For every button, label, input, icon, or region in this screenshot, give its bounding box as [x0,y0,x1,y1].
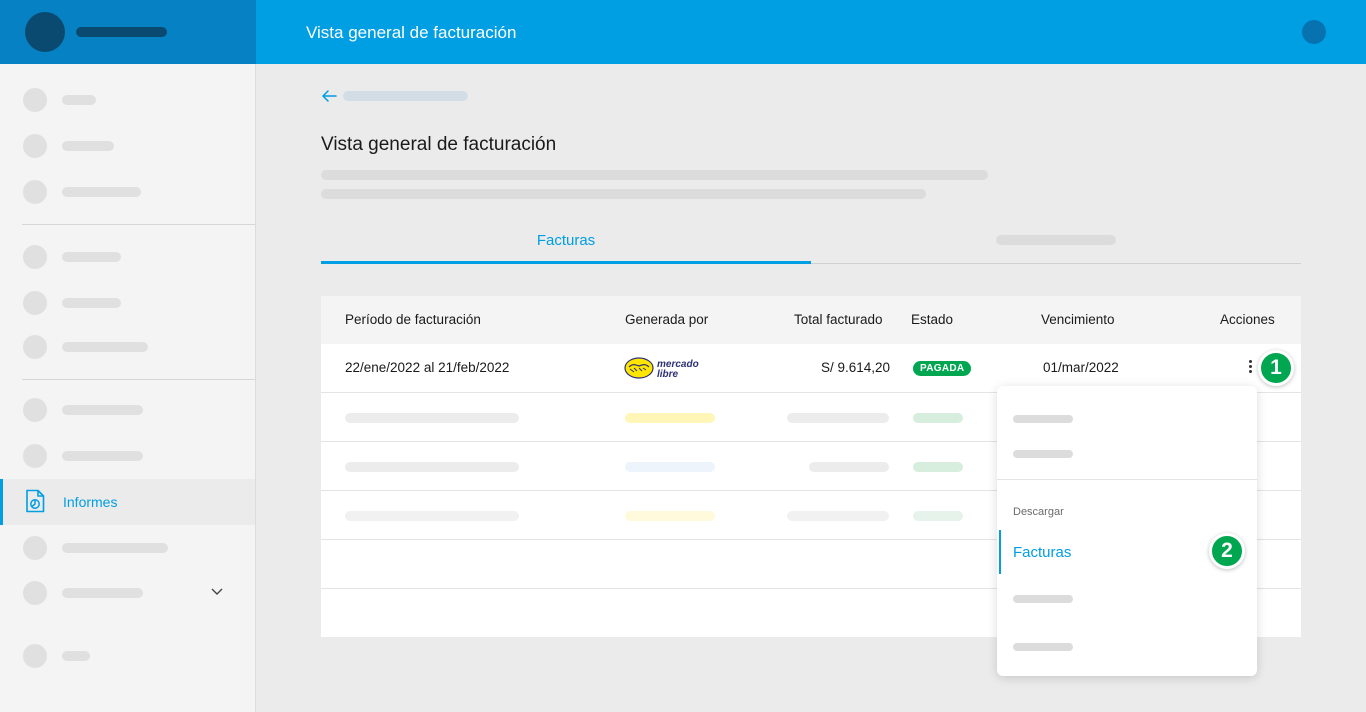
badge-placeholder [913,462,963,472]
sidebar-item-icon [23,180,47,204]
status-badge: PAGADA [913,361,972,376]
top-bar: Vista general de facturación [256,0,1366,64]
menu-item-placeholder[interactable] [1013,595,1073,603]
sidebar-item[interactable] [0,433,255,479]
sidebar-item-label-placeholder [62,95,96,105]
sidebar-item-icon [23,444,47,468]
sidebar-item-icon [23,398,47,422]
sidebar-item-icon [23,335,47,359]
sidebar-item-icon [23,644,47,668]
description-placeholder [321,170,988,180]
sidebar-item-label-placeholder [62,405,143,415]
column-header-due: Vencimiento [1041,312,1115,327]
sidebar-item[interactable] [0,525,255,571]
brand-name-placeholder [76,27,167,37]
step-badge-1: 1 [1258,350,1294,386]
brand-logo[interactable] [25,12,65,52]
back-arrow-icon[interactable] [320,88,338,104]
menu-item-placeholder[interactable] [1013,450,1073,458]
sidebar-item-icon [23,291,47,315]
menu-item-placeholder[interactable] [1013,415,1073,423]
sidebar-item-icon [23,536,47,560]
sidebar-item-label-placeholder [62,187,141,197]
user-avatar[interactable] [1302,20,1326,44]
sidebar-item-icon [23,88,47,112]
sidebar-item[interactable] [0,234,255,280]
step-badge-2: 2 [1209,533,1245,569]
sidebar-item[interactable] [0,123,255,169]
sidebar-item-label-placeholder [62,588,143,598]
chevron-down-icon[interactable] [209,583,225,599]
tabs: Facturas [321,222,1301,264]
sidebar-divider [22,379,255,380]
logo-placeholder [625,511,715,521]
sidebar-item[interactable] [0,169,255,215]
column-header-generated-by: Generada por [625,312,709,327]
column-header-total: Total facturado [794,312,883,327]
tab-facturas-label: Facturas [536,232,596,249]
badge-placeholder [913,413,963,423]
menu-item-label: Facturas [1013,544,1072,561]
menu-item-placeholder[interactable] [1013,643,1073,651]
menu-divider [997,479,1257,480]
period-cell: 22/ene/2022 al 21/feb/2022 [345,360,510,375]
total-cell: S/ 9.614,20 [821,360,891,375]
breadcrumb-placeholder[interactable] [343,91,468,101]
sidebar-item-label-placeholder [62,451,143,461]
cell-placeholder [345,413,519,423]
sidebar-item-label: Informes [63,494,118,510]
brand-area [0,0,256,64]
sidebar-item-label-placeholder [62,298,121,308]
row-actions-menu: Descargar Facturas [997,386,1257,676]
sidebar-item[interactable] [0,77,255,123]
sidebar-item-informes[interactable]: Informes [0,479,255,525]
tab-placeholder[interactable] [996,235,1116,245]
sidebar-item[interactable] [0,280,255,326]
sidebar-item[interactable] [0,324,255,370]
column-header-status: Estado [911,312,954,327]
logo-placeholder [625,413,715,423]
sidebar-divider [22,224,255,225]
cell-placeholder [809,462,889,472]
report-document-icon [26,489,45,513]
sidebar-item-label-placeholder [62,141,114,151]
mercado-libre-logo: mercado libre [624,357,699,380]
description-placeholder [321,189,926,199]
sidebar-item-label-placeholder [62,543,168,553]
sidebar-item-label-placeholder [62,252,121,262]
tab-facturas[interactable]: Facturas [321,222,811,264]
menu-section-label: Descargar [1013,506,1064,518]
sidebar-item-icon [23,134,47,158]
page-title: Vista general de facturación [321,134,557,155]
cell-placeholder [787,511,889,521]
sidebar-item-icon [23,245,47,269]
due-cell: 01/mar/2022 [1043,360,1119,375]
sidebar-item[interactable] [0,387,255,433]
cell-placeholder [345,462,519,472]
sidebar: Informes [0,64,256,712]
sidebar-item-label-placeholder [62,651,90,661]
cell-placeholder [787,413,889,423]
top-bar-title: Vista general de facturación [306,23,517,42]
logo-placeholder [625,462,715,472]
sidebar-item[interactable] [0,633,255,679]
column-header-period: Período de facturación [345,312,481,327]
row-actions-kebab-icon[interactable] [1245,358,1255,378]
table-header: Período de facturación Generada por Tota… [321,296,1301,344]
sidebar-item-icon [23,581,47,605]
column-header-actions: Acciones [1220,312,1275,327]
svg-text:libre: libre [657,369,679,380]
sidebar-item-expandable[interactable] [0,570,255,616]
badge-placeholder [913,511,963,521]
cell-placeholder [345,511,519,521]
sidebar-item-label-placeholder [62,342,148,352]
